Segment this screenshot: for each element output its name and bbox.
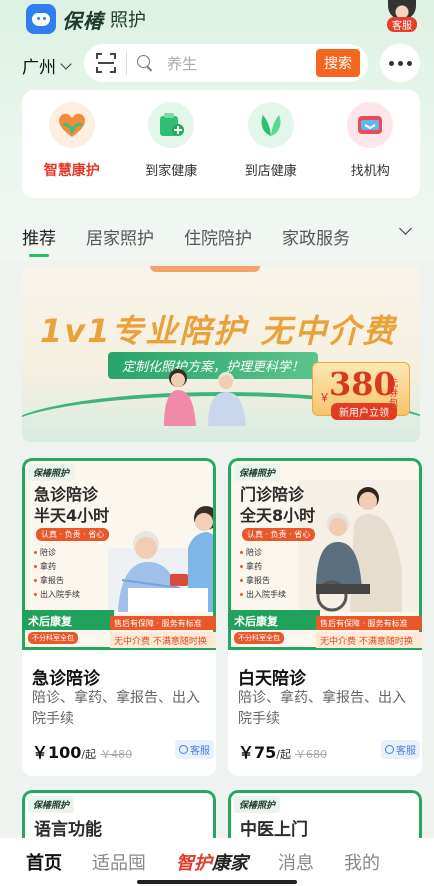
- service-label: 到店健康: [244, 164, 297, 179]
- service-card[interactable]: 保椿照护 急诊陪诊 半天4小时 认真 · 负责 · 省心 陪诊 拿药 拿报告 出…: [22, 458, 216, 776]
- nav-center[interactable]: 智护康家: [176, 849, 248, 875]
- coupon-amount: 380: [329, 365, 396, 403]
- original-price: ￥480: [100, 748, 133, 761]
- poster-items: 陪诊 拿药 拿报告 出入院手续: [34, 546, 80, 602]
- search-divider: [126, 51, 127, 75]
- customer-service-button[interactable]: 客服: [384, 0, 420, 32]
- card-description: 陪诊、拿药、拿报告、出入院手续: [32, 690, 200, 727]
- nav-home[interactable]: 首页: [26, 849, 62, 875]
- coupon-badge[interactable]: ￥ 380 元券包 新用户立领: [312, 362, 410, 420]
- more-icon: [388, 60, 394, 66]
- service-label: 智慧康护: [43, 163, 100, 179]
- card-price: ￥100/起 ￥480: [32, 743, 133, 762]
- chat-icon: [385, 745, 394, 754]
- service-item-store-health[interactable]: 到店健康: [226, 102, 316, 198]
- card-description: 陪诊、拿药、拿报告、出入院手续: [238, 690, 406, 727]
- city-name: 广州: [22, 58, 56, 78]
- nav-messages[interactable]: 消息: [278, 849, 314, 875]
- poster-tag: 认真 · 负责 · 省心: [242, 528, 316, 541]
- banner-headline: 1v1专业陪护 无中介费: [40, 312, 397, 350]
- card-kefu-button[interactable]: 客服: [175, 740, 214, 759]
- service-label: 到家健康: [145, 164, 198, 179]
- poster-brand: 保椿照护: [28, 464, 75, 481]
- promo-banner[interactable]: 1v1专业陪护 无中介费 定制化照护方案，护理更科学！ ￥ 380 元券包 新用…: [22, 266, 420, 442]
- chevron-down-icon[interactable]: [399, 222, 412, 235]
- logo-icon: [26, 4, 56, 34]
- service-item-home-health[interactable]: 到家健康: [126, 102, 216, 198]
- poster-items: 陪诊 拿药 拿报告 出入院手续: [240, 546, 286, 602]
- poster-title: 门诊陪诊 全天8小时: [240, 485, 316, 525]
- card-poster: 保椿照护 门诊陪诊 全天8小时 认真 · 负责 · 省心 陪诊 拿药 拿报告 出…: [228, 458, 422, 650]
- card-poster: 保椿照护 急诊陪诊 半天4小时 认真 · 负责 · 省心 陪诊 拿药 拿报告 出…: [22, 458, 216, 650]
- leaf-icon: [247, 102, 294, 148]
- banner-decoration: [150, 266, 260, 272]
- customer-service-label: 客服: [387, 17, 417, 32]
- card-kefu-button[interactable]: 客服: [381, 740, 420, 759]
- category-tabs: 推荐 居家照护 住院陪护 家政服务: [22, 220, 420, 257]
- tab-home-care[interactable]: 居家照护: [86, 224, 154, 249]
- more-button[interactable]: [380, 44, 420, 82]
- nav-shop[interactable]: 适品囤: [92, 849, 146, 875]
- search-icon: [137, 55, 153, 71]
- service-card[interactable]: 保椿照护 门诊陪诊 全天8小时 认真 · 负责 · 省心 陪诊 拿药 拿报告 出…: [228, 458, 422, 776]
- original-price: ￥680: [295, 748, 327, 761]
- search-input[interactable]: 养生: [167, 53, 316, 74]
- scan-icon[interactable]: [96, 53, 116, 73]
- card-price: ￥75/起 ￥680: [238, 743, 327, 762]
- tab-recommend[interactable]: 推荐: [22, 224, 56, 257]
- medical-kit-icon: [148, 102, 195, 148]
- poster-tag: 认真 · 负责 · 省心: [36, 528, 110, 541]
- city-selector[interactable]: 广州: [22, 53, 72, 78]
- coupon-claim-button[interactable]: 新用户立领: [331, 403, 397, 420]
- logo-subtext: 照护: [110, 10, 146, 31]
- tab-hospital-care[interactable]: 住院陪护: [184, 224, 252, 249]
- card-title: 急诊陪诊: [32, 669, 100, 689]
- card-icon: [347, 102, 394, 148]
- chat-icon: [179, 745, 188, 754]
- poster-title: 急诊陪诊 半天4小时: [34, 485, 110, 525]
- search-button[interactable]: 搜索: [316, 49, 360, 77]
- app-logo: 保椿 照护: [26, 4, 146, 34]
- service-item-smart-care[interactable]: 智慧康护: [27, 102, 117, 198]
- logo-text: 保椿: [62, 8, 104, 33]
- nav-mine[interactable]: 我的: [344, 849, 380, 875]
- service-grid: 智慧康护 到家健康 到店健康 找机构: [22, 90, 420, 198]
- poster-brand: 保椿照护: [234, 796, 281, 813]
- tab-housekeeping[interactable]: 家政服务: [282, 224, 350, 249]
- service-label: 找机构: [350, 164, 390, 179]
- bottom-nav: 首页 适品囤 智护康家 消息 我的: [0, 838, 434, 886]
- poster-footer: 术后康复 不分科室全包 售后有保障 · 服务有标准 无中介费 不满意随时换: [22, 610, 216, 650]
- search-bar[interactable]: 养生 搜索: [84, 44, 368, 82]
- card-title: 白天陪诊: [238, 669, 306, 689]
- poster-footer: 术后康复 不分科室全包 售后有保障 · 服务有标准 无中介费 不满意随时换: [228, 610, 422, 650]
- home-indicator: [137, 880, 297, 884]
- chevron-down-icon: [60, 57, 72, 70]
- heart-hands-icon: [48, 102, 95, 148]
- poster-brand: 保椿照护: [28, 796, 75, 813]
- poster-brand: 保椿照护: [234, 464, 281, 481]
- caregiver-illustration: [164, 369, 246, 426]
- service-item-find-institution[interactable]: 找机构: [325, 102, 415, 198]
